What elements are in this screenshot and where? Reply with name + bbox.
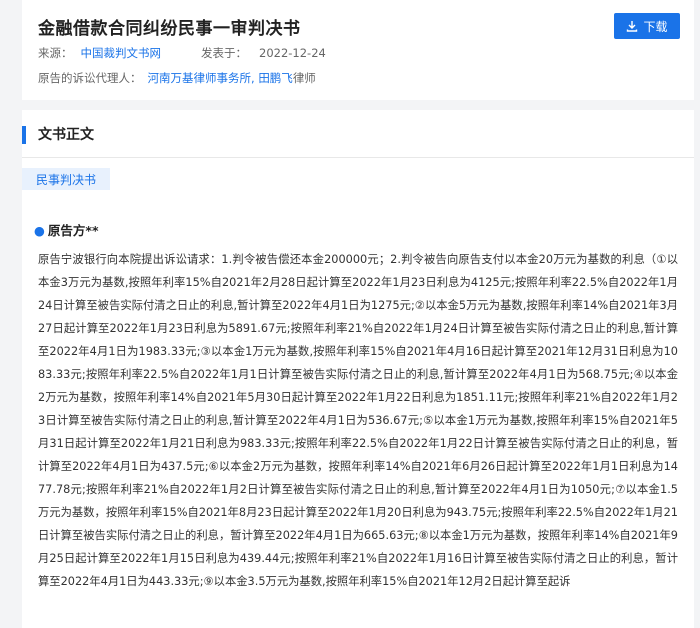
source-link[interactable]: 中国裁判文书网 <box>81 46 162 60</box>
doc-type-tag: 民事判决书 <box>22 168 110 190</box>
agent-suffix: 律师 <box>292 71 316 85</box>
page-title: 金融借款合同纠纷民事一审判决书 <box>38 19 301 39</box>
document-body-card: 文书正文 民事判决书 ● 原告方** 原告宁波银行向本院提出诉讼请求：1.判令被告… <box>22 110 694 628</box>
download-label: 下载 <box>643 19 668 34</box>
agent-label: 原告的诉讼代理人： <box>38 71 142 85</box>
judgment-paragraph: 原告宁波银行向本院提出诉讼请求：1.判令被告偿还本金200000元；2.判令被告… <box>38 253 678 588</box>
divider <box>22 157 694 158</box>
publish-label: 发表于： <box>201 46 247 60</box>
document-header-card: 金融借款合同纠纷民事一审判决书 下载 来源： 中国裁判文书网 发表于： 2022-12… <box>22 0 694 100</box>
source-label: 来源： <box>38 46 73 60</box>
source-row: 来源： 中国裁判文书网 发表于： 2022-12-24 <box>38 45 326 61</box>
download-icon <box>627 21 638 32</box>
party-heading: ● 原告方** <box>34 220 99 239</box>
download-button[interactable]: 下载 <box>614 13 680 39</box>
agent-firm-link[interactable]: 河南万基律师事务所 <box>148 71 252 85</box>
agent-name-link[interactable]: 田鹏飞 <box>258 71 293 85</box>
section-heading: 文书正文 <box>22 126 94 144</box>
bullet-icon: ● <box>34 223 45 238</box>
party-heading-text: 原告方** <box>47 223 99 238</box>
publish-date: 2022-12-24 <box>259 46 326 60</box>
agent-row: 原告的诉讼代理人： 河南万基律师事务所, 田鹏飞律师 <box>38 70 316 86</box>
